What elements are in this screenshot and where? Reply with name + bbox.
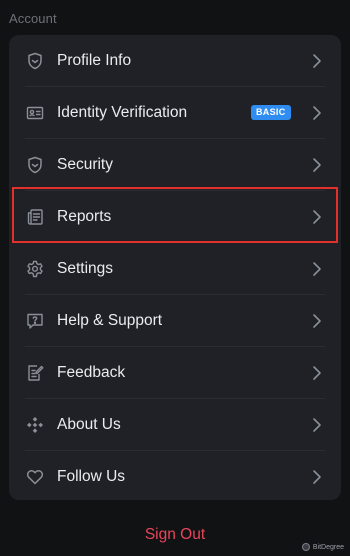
menu-item-label: Follow Us xyxy=(57,468,126,485)
menu-item-label: Help & Support xyxy=(57,312,163,329)
section-title: Account xyxy=(9,11,57,26)
sign-out-button[interactable]: Sign Out xyxy=(0,526,350,544)
watermark: BitDegree xyxy=(301,543,344,551)
watermark-logo-icon xyxy=(301,543,310,551)
menu-item-identity-verification[interactable]: Identity Verification BASIC xyxy=(9,87,341,139)
menu-item-label: Security xyxy=(57,156,113,173)
menu-item-security[interactable]: Security xyxy=(9,139,341,191)
menu-item-label: About Us xyxy=(57,416,121,433)
chevron-right-icon xyxy=(311,365,323,381)
menu-item-label: Identity Verification xyxy=(57,104,188,121)
menu-item-feedback[interactable]: Feedback xyxy=(9,347,341,399)
chevron-right-icon xyxy=(311,313,323,329)
chevron-right-icon xyxy=(311,417,323,433)
account-menu-card: Profile Info Identity Verification BASIC xyxy=(9,35,341,500)
chevron-right-icon xyxy=(311,469,323,485)
menu-item-settings[interactable]: Settings xyxy=(9,243,341,295)
heart-icon xyxy=(25,467,45,487)
menu-item-label: Profile Info xyxy=(57,52,132,69)
chevron-right-icon xyxy=(311,261,323,277)
menu-item-about-us[interactable]: About Us xyxy=(9,399,341,451)
id-card-icon xyxy=(25,103,45,123)
feedback-edit-icon xyxy=(25,363,45,383)
menu-item-label: Settings xyxy=(57,260,114,277)
logo-diamond-icon xyxy=(25,415,45,435)
profile-shield-icon xyxy=(25,51,45,71)
menu-item-profile-info[interactable]: Profile Info xyxy=(9,35,341,87)
verification-level-badge: BASIC xyxy=(251,105,291,120)
chevron-right-icon xyxy=(311,209,323,225)
menu-item-label: Feedback xyxy=(57,364,126,381)
chevron-right-icon xyxy=(311,105,323,121)
chevron-right-icon xyxy=(311,53,323,69)
chevron-right-icon xyxy=(311,157,323,173)
watermark-text: BitDegree xyxy=(312,543,344,551)
menu-item-label: Reports xyxy=(57,208,112,225)
menu-item-reports[interactable]: Reports xyxy=(9,191,341,243)
reports-icon xyxy=(25,207,45,227)
gear-icon xyxy=(25,259,45,279)
menu-item-follow-us[interactable]: Follow Us xyxy=(9,451,341,503)
menu-item-help-support[interactable]: Help & Support xyxy=(9,295,341,347)
help-chat-icon xyxy=(25,311,45,331)
shield-icon xyxy=(25,155,45,175)
